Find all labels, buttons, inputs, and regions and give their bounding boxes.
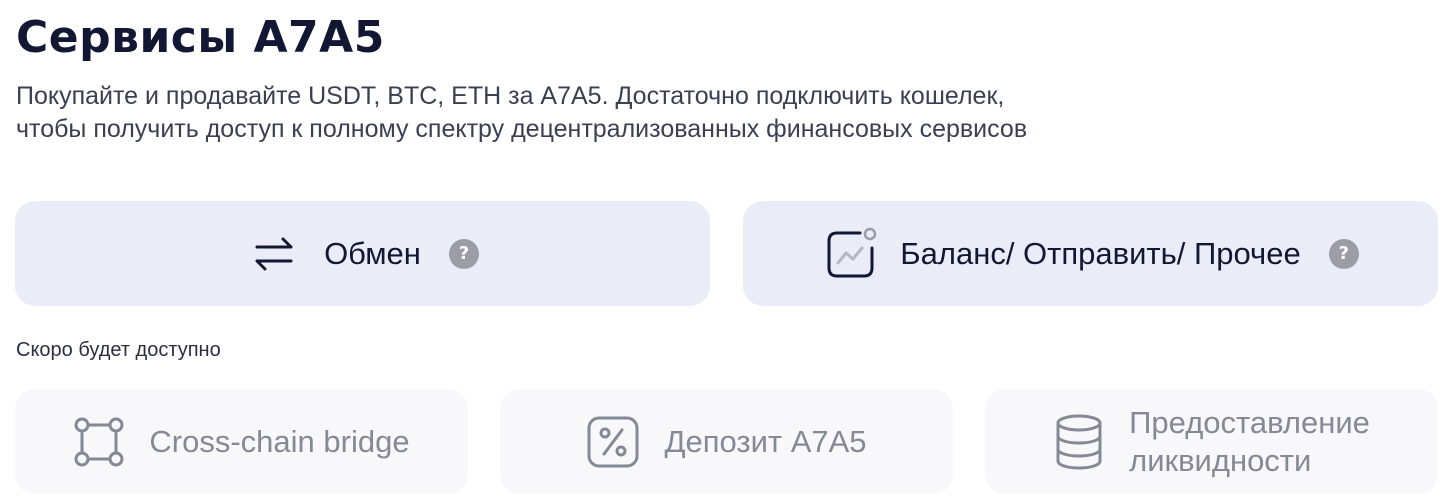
page-subtitle: Покупайте и продавайте USDT, BTC, ETH за… (16, 80, 1027, 146)
deposit-card: Депозит A7A5 (500, 389, 953, 494)
soon-label-line: Cross-chain bridge (149, 423, 410, 459)
exchange-card[interactable]: Обмен ? (15, 201, 710, 306)
subtitle-line: чтобы получить доступ к полному спектру … (16, 115, 1028, 143)
cross-chain-bridge-label: Cross-chain bridge (149, 423, 409, 461)
balance-label: Баланс/ Отправить/ Прочее (900, 235, 1301, 271)
soon-label-line: Предоставление (1129, 404, 1370, 440)
balance-help-icon[interactable]: ? (1328, 238, 1359, 269)
exchange-help-icon[interactable]: ? (448, 238, 479, 269)
percent-icon (586, 415, 640, 469)
database-icon (1053, 413, 1105, 471)
soon-label-line: ликвидности (1129, 442, 1312, 478)
swap-arrows-icon (246, 226, 302, 282)
liquidity-card: Предоставление ликвидности (985, 389, 1438, 494)
chart-icon (822, 226, 878, 282)
cross-chain-bridge-card: Cross-chain bridge (15, 389, 468, 494)
bridge-nodes-icon (73, 416, 125, 468)
exchange-label: Обмен (324, 235, 421, 271)
balance-card[interactable]: Баланс/ Отправить/ Прочее ? (743, 201, 1438, 306)
soon-label-line: Депозит A7A5 (664, 423, 867, 459)
deposit-label: Депозит A7A5 (664, 423, 866, 461)
page-title: Сервисы A7A5 (16, 12, 385, 63)
liquidity-label: Предоставление ликвидности (1129, 404, 1370, 480)
subtitle-line: Покупайте и продавайте USDT, BTC, ETH за… (16, 82, 1005, 110)
coming-soon-label: Скоро будет доступно (16, 339, 221, 361)
